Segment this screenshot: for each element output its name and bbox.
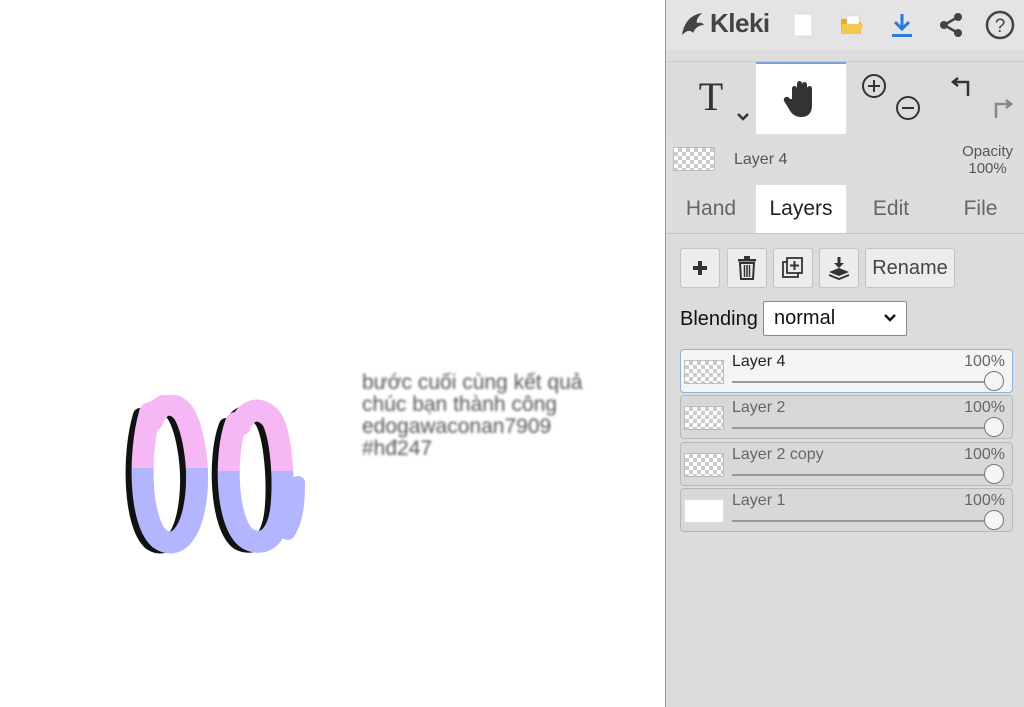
trash-icon	[738, 256, 756, 280]
text-tool-button[interactable]: T	[666, 62, 756, 134]
merge-down-button[interactable]	[819, 248, 859, 288]
layer-opacity-slider-handle[interactable]	[984, 371, 1004, 391]
layer-name: Layer 1	[732, 492, 786, 509]
help-label: ?	[995, 16, 1006, 37]
layer-opacity-slider-handle[interactable]	[984, 464, 1004, 484]
layers-panel: Rename Blending normal Layer 4 100% Laye…	[666, 233, 1024, 707]
merge-down-icon	[828, 257, 850, 280]
current-layer-name: Layer 4	[734, 151, 788, 168]
layer-name: Layer 2 copy	[732, 446, 824, 463]
canvas-drawing	[125, 395, 305, 554]
layer-thumbnail	[684, 453, 724, 477]
layer-opacity-track[interactable]	[732, 474, 994, 476]
rename-layer-button[interactable]: Rename	[865, 248, 955, 288]
layer-opacity: 100%	[964, 353, 1005, 370]
chevron-down-icon[interactable]	[736, 112, 750, 122]
undo-icon[interactable]	[950, 72, 978, 100]
kleki-app: bước cuối cùng kết quả chúc bạn thành cô…	[0, 0, 1024, 707]
layer-name: Layer 4	[732, 353, 786, 370]
zoom-out-icon[interactable]	[894, 94, 922, 122]
blending-label: Blending	[680, 308, 758, 330]
layer-opacity-slider-handle[interactable]	[984, 510, 1004, 530]
app-name: Kleki	[710, 8, 770, 38]
layer-opacity-track[interactable]	[732, 427, 994, 429]
current-layer-info: Layer 4 Opacity 100%	[666, 134, 1024, 184]
zoom-buttons	[846, 62, 936, 134]
layer-opacity-track[interactable]	[732, 520, 994, 522]
layer-opacity: 100%	[964, 446, 1005, 463]
drawing-canvas[interactable]: bước cuối cùng kết quả chúc bạn thành cô…	[0, 0, 665, 707]
canvas-text-line: bước cuối cùng kết quả	[362, 371, 583, 394]
layer-thumbnail	[684, 360, 724, 384]
layer-row[interactable]: Layer 1 100%	[680, 488, 1013, 532]
current-layer-thumbnail	[673, 147, 715, 171]
canvas-text-line: edogawaconan7909	[362, 415, 552, 438]
help-icon[interactable]: ?	[983, 8, 1017, 42]
layer-row[interactable]: Layer 4 100%	[680, 349, 1013, 393]
layer-opacity: 100%	[964, 399, 1005, 416]
layer-thumbnail	[684, 406, 724, 430]
panel-tabs: Hand Layers Edit File	[666, 185, 1024, 233]
tool-row: T	[666, 61, 1024, 134]
blending-mode-select[interactable]: normal	[763, 301, 907, 336]
open-folder-icon[interactable]	[835, 8, 869, 42]
tab-edit[interactable]: Edit	[846, 185, 936, 233]
layer-opacity: 100%	[964, 492, 1005, 509]
chevron-down-icon	[884, 314, 896, 322]
canvas-text-line: chúc bạn thành công	[362, 393, 557, 416]
hand-tool-button[interactable]	[756, 62, 846, 134]
kleki-logo-icon	[682, 12, 704, 35]
text-tool-label: T	[698, 73, 724, 119]
canvas-text: bước cuối cùng kết quả chúc bạn thành cô…	[362, 372, 582, 460]
tab-file[interactable]: File	[936, 185, 1024, 233]
tab-layers[interactable]: Layers	[756, 185, 846, 233]
layer-row[interactable]: Layer 2 copy 100%	[680, 442, 1013, 486]
layer-row[interactable]: Layer 2 100%	[680, 395, 1013, 439]
canvas-text-line: #hđ247	[362, 437, 433, 460]
redo-icon[interactable]	[986, 94, 1014, 122]
share-icon[interactable]	[934, 8, 968, 42]
opacity-label: Opacity	[962, 143, 1013, 160]
layer-name: Layer 2	[732, 399, 786, 416]
new-document-icon[interactable]	[786, 8, 820, 42]
opacity-value: 100%	[968, 160, 1007, 177]
sidebar: Kleki ? T Layer 4 Opacity 100% Hand Laye…	[665, 0, 1024, 707]
top-toolbar: Kleki ?	[666, 0, 1024, 50]
duplicate-icon	[782, 257, 803, 278]
zoom-in-icon[interactable]	[860, 72, 888, 100]
kleki-logo[interactable]: Kleki	[678, 8, 770, 39]
layer-thumbnail	[684, 499, 724, 523]
blending-mode-value: normal	[774, 307, 836, 329]
opacity-readout: Opacity 100%	[962, 143, 1013, 177]
layer-opacity-slider-handle[interactable]	[984, 417, 1004, 437]
history-buttons	[936, 62, 1024, 134]
delete-layer-button[interactable]	[727, 248, 767, 288]
layer-opacity-track[interactable]	[732, 381, 994, 383]
duplicate-layer-button[interactable]	[773, 248, 813, 288]
add-layer-button[interactable]	[680, 248, 720, 288]
tab-hand[interactable]: Hand	[666, 185, 756, 233]
plus-icon	[693, 261, 707, 275]
hand-icon	[783, 81, 812, 117]
download-icon[interactable]	[885, 8, 919, 42]
